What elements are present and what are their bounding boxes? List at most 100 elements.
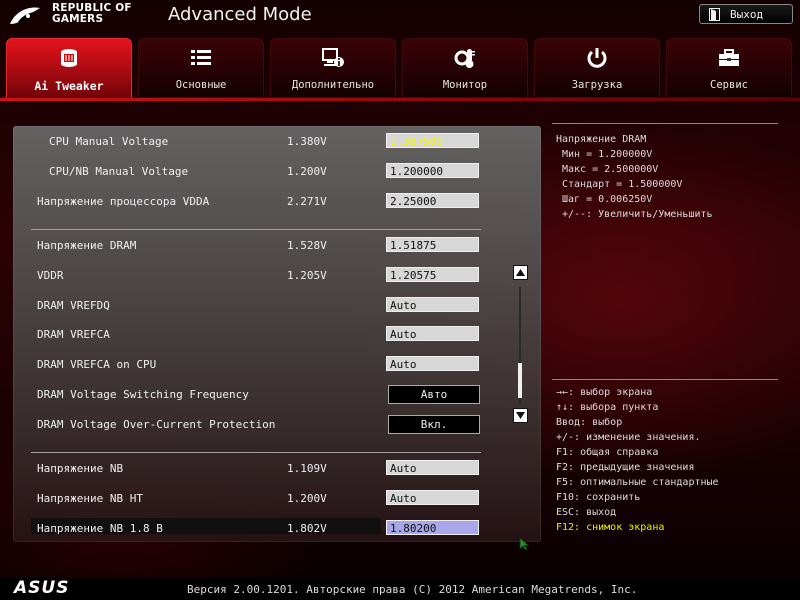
toolbox-icon [719,49,739,66]
setting-label: Напряжение NB HT [37,492,143,505]
setting-row-nb-18-voltage[interactable]: Напряжение NB 1.8 В 1.802V 1.80200 [13,518,513,540]
setting-value-field[interactable]: 1.20575 [386,267,479,282]
exit-button[interactable]: Выход [699,4,793,24]
setting-value-field[interactable]: Auto [386,326,479,341]
setting-current-value: 1.205V [287,269,327,282]
setting-current-value: 1.802V [287,522,327,535]
setting-label: CPU Manual Voltage [49,135,169,148]
setting-current-value: 1.200V [287,165,327,178]
setting-value-field[interactable]: Auto [386,460,479,475]
item-info-panel: Напряжение DRAM Мин = 1.200000V Макс = 2… [552,123,778,222]
setting-row-cpu-vdda[interactable]: Напряжение процессора VDDA 2.271V 2.2500… [13,191,513,213]
tab-tools[interactable]: Сервис [666,38,792,98]
setting-row-dram-vrefca-cpu[interactable]: DRAM VREFCA on CPU Auto [13,354,513,376]
tab-label: Дополнительно [291,79,375,91]
setting-value-field[interactable]: Auto [386,356,479,371]
setting-row-cpu-nb-manual-voltage[interactable]: CPU/NB Manual Voltage 1.200V 1.200000 [13,161,513,183]
setting-label: VDDR [37,269,64,282]
setting-row-vddr[interactable]: VDDR 1.205V 1.20575 [13,265,513,287]
asus-logo: ASUS [14,578,70,598]
setting-option-button[interactable]: Авто [388,385,480,404]
setting-label: DRAM Voltage Switching Frequency [37,388,249,401]
setting-label: Напряжение NB [37,462,124,475]
setting-label: DRAM VREFCA [37,328,110,341]
setting-row-dram-over-current-protection[interactable]: DRAM Voltage Over-Current Protection Вкл… [13,414,513,436]
tab-ai-tweaker[interactable]: Ai Tweaker [6,38,132,100]
setting-label: DRAM Voltage Over-Current Protection [37,418,276,431]
help-line: F10: сохранить [556,492,641,503]
help-line: Ввод: выбор [556,417,623,428]
setting-row-nb-ht-voltage[interactable]: Напряжение NB HT 1.200V Auto [13,488,513,510]
help-line: ESC: выход [556,507,617,518]
mouse-cursor-icon [519,537,530,551]
brand-line2: GAMERS [52,13,104,25]
setting-value-field[interactable]: 1.80200 [386,520,479,535]
setting-value-field[interactable]: Auto [386,297,479,312]
tab-boot[interactable]: Загрузка [534,38,660,98]
help-divider [552,379,778,380]
bios-screen: REPUBLIC OF GAMERS Advanced Mode Выход A… [0,0,800,600]
arrow-up-icon [516,269,525,276]
page-title: Advanced Mode [168,4,312,25]
section-divider [31,229,481,230]
setting-value-field[interactable]: 1.51875 [386,237,479,252]
info-min: Мин = 1.200000V [562,149,653,160]
ai-tweaker-icon [61,49,77,67]
setting-label: Напряжение процессора VDDA [37,195,210,208]
setting-row-dram-voltage-switching-frequency[interactable]: DRAM Voltage Switching Frequency Авто [13,384,513,406]
tab-label: Загрузка [571,79,623,91]
advanced-info-icon [322,48,344,67]
help-line-screenshot: F12: снимок экрана [556,522,665,533]
tab-label: Основные [175,79,227,91]
help-line: +/-: изменение значения. [556,432,701,443]
key-help-panel: →←: выбор экрана ↑↓: выбора пункта Ввод:… [556,385,786,535]
version-text: Версия 2.00.1201. Авторские права (C) 20… [187,583,638,596]
exit-door-icon [709,7,720,21]
setting-value-field[interactable]: 1.387500 [386,133,479,148]
help-line: ↑↓: выбора пункта [556,402,659,413]
setting-current-value: 1.200V [287,492,327,505]
setting-label: CPU/NB Manual Voltage [49,165,189,178]
setting-row-dram-vrefca[interactable]: DRAM VREFCA Auto [13,324,513,346]
setting-label: DRAM VREFDQ [37,299,110,312]
setting-current-value: 1.109V [287,462,327,475]
setting-value-field[interactable]: 1.200000 [386,163,479,178]
setting-label: Напряжение DRAM [37,239,137,252]
rog-eye-logo-icon [10,7,40,24]
footer: ASUS Версия 2.00.1201. Авторские права (… [0,578,800,600]
setting-row-dram-voltage[interactable]: Напряжение DRAM 1.528V 1.51875 [13,235,513,257]
tab-label: Ai Tweaker [34,79,104,93]
tab-bar: Ai Tweaker Основные Дополнительно Монито… [0,38,800,100]
setting-row-nb-voltage[interactable]: Напряжение NB 1.109V Auto [13,458,513,480]
setting-value-field[interactable]: 2.25000 [386,193,479,208]
help-line: F5: оптимальные стандартные [556,477,719,488]
brand-text: REPUBLIC OF GAMERS [52,3,132,25]
info-title: Напряжение DRAM [556,134,647,145]
arrow-down-icon [516,412,525,419]
exit-button-label: Выход [730,7,764,21]
setting-label: Напряжение NB 1.8 В [37,522,163,535]
tab-label: Сервис [710,79,748,91]
scrollbar-thumb[interactable] [518,363,522,398]
setting-row-cpu-manual-voltage[interactable]: CPU Manual Voltage 1.380V 1.387500 [13,131,513,153]
section-divider [31,452,481,453]
tab-underline [0,98,800,101]
scroll-up-button[interactable] [513,265,528,280]
setting-row-dram-vrefdq[interactable]: DRAM VREFDQ Auto [13,295,513,317]
setting-current-value: 1.528V [287,239,327,252]
setting-current-value: 2.271V [287,195,327,208]
thermometer-icon [454,49,475,68]
info-standard: Стандарт = 1.500000V [562,179,683,190]
tab-monitor[interactable]: Монитор [402,38,528,98]
list-icon [191,50,211,65]
tab-advanced[interactable]: Дополнительно [270,38,396,98]
help-line: F1: общая справка [556,447,659,458]
header: REPUBLIC OF GAMERS Advanced Mode Выход [0,0,800,36]
setting-current-value: 1.380V [287,135,327,148]
tab-main[interactable]: Основные [138,38,264,98]
tab-label: Монитор [442,79,488,91]
setting-option-button[interactable]: Вкл. [388,415,480,434]
scroll-down-button[interactable] [513,408,528,423]
setting-label: DRAM VREFCA on CPU [37,358,157,371]
setting-value-field[interactable]: Auto [386,490,479,505]
